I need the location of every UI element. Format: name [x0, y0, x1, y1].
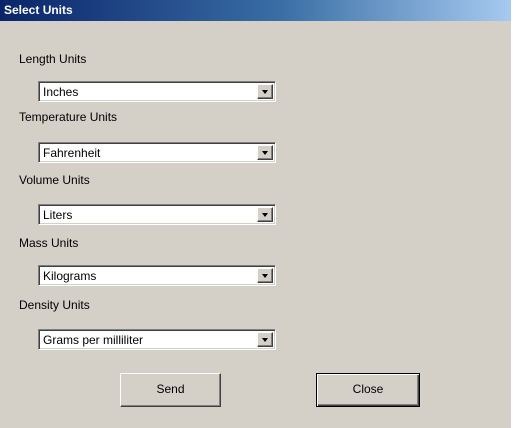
mass-units-label: Mass Units — [19, 236, 79, 250]
density-units-dropdown-button[interactable] — [257, 332, 273, 347]
chevron-down-icon — [262, 274, 268, 278]
length-units-dropdown-button[interactable] — [257, 84, 273, 99]
chevron-down-icon — [262, 338, 268, 342]
volume-units-label: Volume Units — [19, 173, 90, 187]
temperature-units-dropdown-button[interactable] — [257, 145, 273, 160]
close-button[interactable]: Close — [316, 373, 420, 407]
title-bar[interactable]: Select Units — [0, 0, 511, 21]
mass-units-dropdown-button[interactable] — [257, 268, 273, 283]
density-units-select[interactable]: Grams per milliliter — [38, 329, 276, 350]
density-units-value: Grams per milliliter — [43, 333, 144, 347]
send-button[interactable]: Send — [120, 373, 221, 407]
select-units-dialog: Select Units Length Units Inches Tempera… — [0, 0, 511, 428]
chevron-down-icon — [262, 90, 268, 94]
mass-units-value: Kilograms — [43, 269, 97, 283]
chevron-down-icon — [262, 151, 268, 155]
temperature-units-select[interactable]: Fahrenheit — [38, 142, 276, 163]
window-title: Select Units — [4, 3, 73, 17]
temperature-units-value: Fahrenheit — [43, 146, 101, 160]
temperature-units-label: Temperature Units — [19, 110, 118, 124]
density-units-label: Density Units — [19, 298, 90, 312]
length-units-value: Inches — [43, 85, 79, 99]
chevron-down-icon — [262, 213, 268, 217]
volume-units-dropdown-button[interactable] — [257, 207, 273, 222]
volume-units-value: Liters — [43, 208, 73, 222]
length-units-select[interactable]: Inches — [38, 81, 276, 102]
volume-units-select[interactable]: Liters — [38, 204, 276, 225]
length-units-label: Length Units — [19, 52, 87, 66]
mass-units-select[interactable]: Kilograms — [38, 265, 276, 286]
